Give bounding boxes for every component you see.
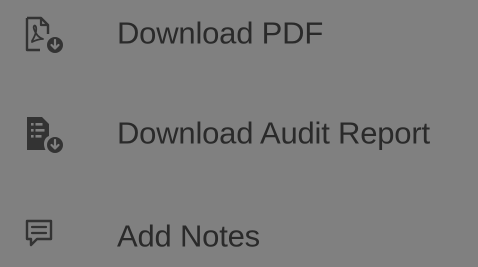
add-notes-menu-item[interactable]: Add Notes [0,207,478,267]
context-menu: Download PDF Download Audit Report Add N… [0,0,478,257]
audit-report-download-icon [24,114,68,154]
download-audit-report-menu-item[interactable]: Download Audit Report [0,104,478,164]
download-audit-report-label: Download Audit Report [117,115,430,151]
download-pdf-menu-item[interactable]: Download PDF [0,4,478,64]
add-notes-label: Add Notes [117,218,260,254]
add-notes-icon [24,217,68,257]
download-pdf-label: Download PDF [117,15,324,51]
pdf-download-icon [24,14,68,54]
